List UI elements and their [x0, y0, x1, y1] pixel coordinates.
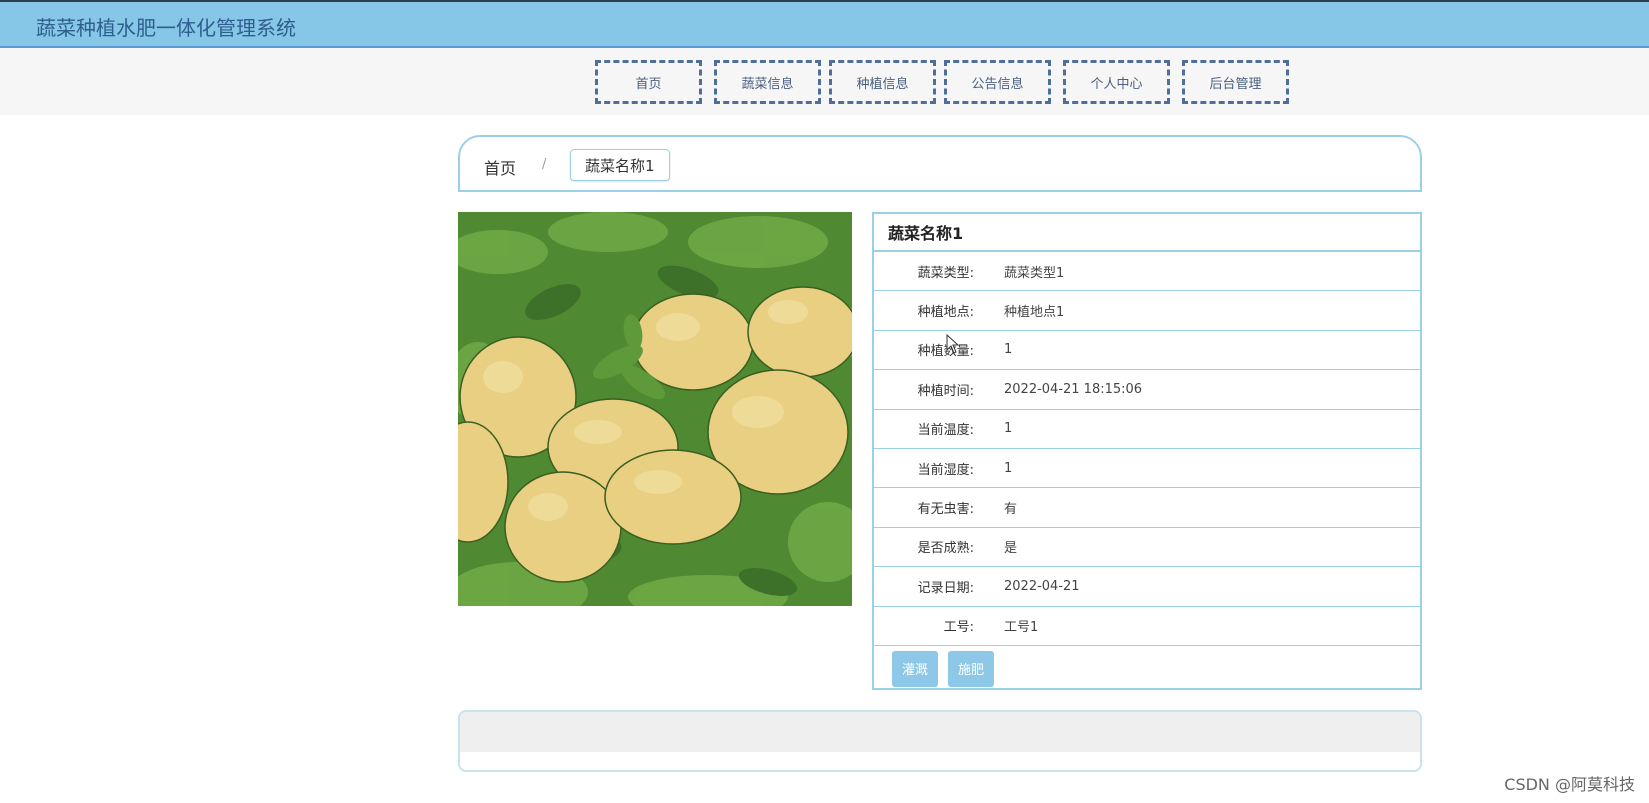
row-label: 当前温度:: [917, 423, 974, 439]
fertilize-button[interactable]: 施肥: [948, 650, 995, 687]
breadcrumb-home-link[interactable]: 首页: [484, 155, 516, 179]
detail-row-record-date: 记录日期: 2022-04-21: [874, 567, 1420, 607]
breadcrumb-current: 蔬菜名称1: [570, 149, 670, 181]
detail-row-planting-time: 种植时间: 2022-04-21 18:15:06: [874, 370, 1420, 410]
app-title: 蔬菜种植水肥一体化管理系统: [36, 16, 296, 40]
nav-item-vegetable-info[interactable]: 蔬菜信息: [714, 60, 821, 104]
detail-row-planting-location: 种植地点: 种植地点1: [874, 291, 1420, 331]
detail-row-current-humidity: 当前湿度: 1: [874, 449, 1420, 489]
nav-item-planting-info[interactable]: 种植信息: [829, 60, 936, 104]
detail-actions: 灌溉 施肥: [874, 646, 1420, 692]
row-label: 记录日期:: [917, 580, 974, 596]
row-label: 工号:: [943, 620, 974, 636]
row-value: 1: [1004, 460, 1013, 476]
row-label: 蔬菜类型:: [917, 265, 974, 281]
row-value: 2022-04-21 18:15:06: [1004, 381, 1143, 397]
row-label: 是否成熟:: [917, 541, 974, 557]
detail-row-employee-id: 工号: 工号1: [874, 607, 1420, 646]
row-value: 种植地点1: [1004, 305, 1065, 321]
nav-item-personal-center[interactable]: 个人中心: [1063, 60, 1170, 104]
vegetable-detail-panel: 蔬菜名称1 蔬菜类型: 蔬菜类型1 种植地点: 种植地点1 种植数量: 1 种植…: [872, 212, 1422, 690]
vegetable-photo: [458, 212, 852, 606]
row-value: 有: [1004, 502, 1018, 518]
row-value: 工号1: [1004, 620, 1039, 636]
row-label: 种植地点:: [917, 305, 974, 321]
detail-row-mature: 是否成熟: 是: [874, 528, 1420, 568]
row-label: 有无虫害:: [917, 502, 974, 518]
watermark: CSDN @阿莫科技: [1504, 775, 1635, 794]
irrigate-button[interactable]: 灌溉: [892, 650, 939, 687]
row-value: 2022-04-21: [1004, 578, 1080, 594]
row-value: 1: [1004, 342, 1013, 358]
nav-item-announcements[interactable]: 公告信息: [944, 60, 1051, 104]
row-label: 种植时间:: [917, 383, 974, 399]
potato-image-illustration: [458, 212, 852, 606]
breadcrumb-separator: /: [542, 157, 547, 172]
row-value: 1: [1004, 421, 1013, 437]
row-value: 是: [1004, 541, 1018, 557]
row-value: 蔬菜类型1: [1004, 265, 1065, 281]
detail-title: 蔬菜名称1: [874, 214, 1420, 252]
detail-row-pests: 有无虫害: 有: [874, 488, 1420, 528]
top-header-bar: 蔬菜种植水肥一体化管理系统: [0, 0, 1649, 48]
nav-item-home[interactable]: 首页: [595, 60, 702, 104]
breadcrumb: 首页 / 蔬菜名称1: [458, 135, 1422, 192]
nav-item-admin[interactable]: 后台管理: [1182, 60, 1289, 104]
main-navigation: 首页 蔬菜信息 种植信息 公告信息 个人中心 后台管理: [0, 48, 1649, 115]
footer-shade: [460, 712, 1420, 752]
detail-row-current-temperature: 当前温度: 1: [874, 410, 1420, 449]
detail-row-vegetable-type: 蔬菜类型: 蔬菜类型1: [874, 252, 1420, 292]
row-label: 当前湿度:: [917, 462, 974, 478]
footer-panel: [458, 710, 1422, 772]
